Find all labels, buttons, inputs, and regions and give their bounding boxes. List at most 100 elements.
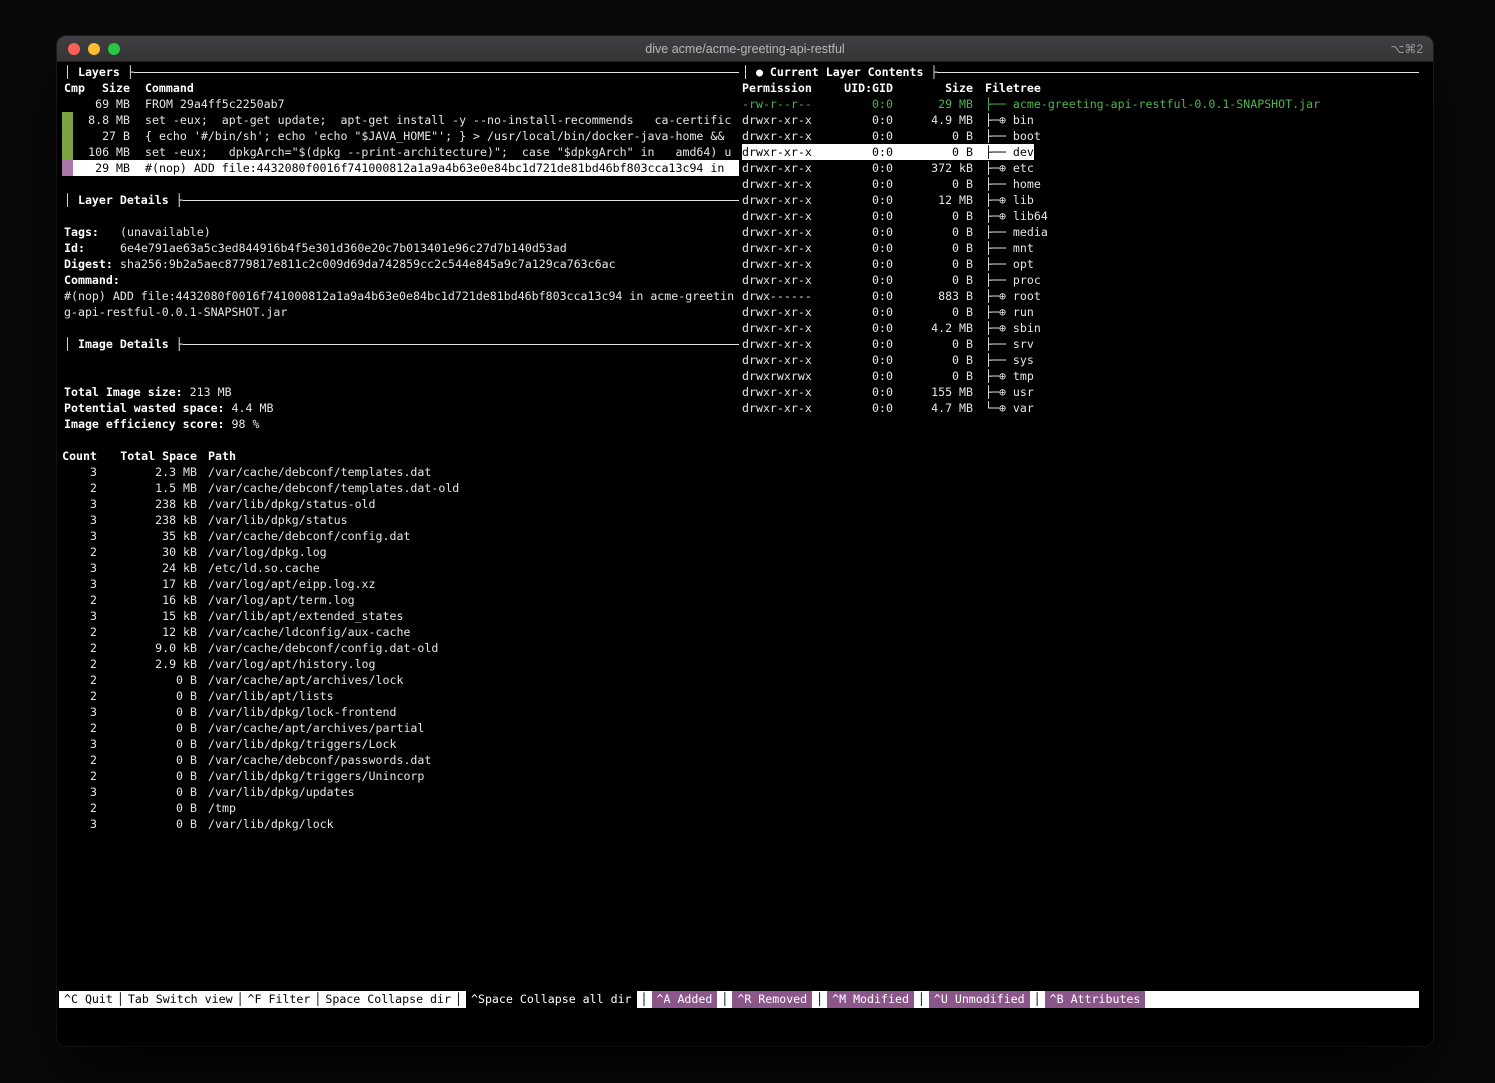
tree-entry-name: lib64 [1012,209,1048,223]
tree-entry-name: tmp [1012,369,1034,383]
wasted-file-row: 2 12 kB /var/cache/ldconfig/aux-cache [59,624,739,640]
window-titlebar[interactable]: dive acme/acme-greeting-api-restful ⌥⌘2 [57,36,1433,62]
wasted-file-count: 2 [90,657,97,671]
tree-branch-glyph: ├── [985,273,1013,287]
filetree-row[interactable]: drwxr-xr-x 0:0 0 B ├── mnt [742,240,1419,256]
wasted-file-count: 3 [90,609,97,623]
wasted-file-count: 2 [90,625,97,639]
statusbar-keybinding--c-quit: ^C Quit [64,992,113,1006]
pane-border-glyph: ├ [168,193,183,207]
layer-row[interactable]: 69 MB FROM 29a4ff5c2250ab7 [59,96,739,112]
file-size: 0 B [952,129,973,143]
filetree-row[interactable]: drwxr-xr-x 0:0 0 B ├── sys [742,352,1419,368]
layer-details-title: Layer Details [77,193,169,207]
image-details-header: │ Image Details ├ [59,336,739,352]
layer-tags-row: Tags: (unavailable) [59,224,739,240]
file-uid-gid: 0:0 [872,97,893,111]
pane-border-glyph: │ [64,65,78,79]
statusbar-keybinding--u-unmodified: ^U Unmodified [928,991,1030,1008]
filetree-row[interactable]: drwxr-xr-x 0:0 4.2 MB ├─⊕ sbin [742,320,1419,336]
efficiency-score-label: Image efficiency score: [64,417,225,431]
tree-entry-name: proc [1012,273,1041,287]
close-window-button[interactable] [68,43,80,55]
file-permission: drwxr-xr-x [742,305,812,319]
wasted-file-space: 0 B [176,769,197,783]
layer-row[interactable]: 106 MB set -eux; dpkgArch="$(dpkg --prin… [59,144,739,160]
filetree-columns-header: Permission UID:GID Size Filetree [742,80,1419,96]
file-size: 0 B [952,369,973,383]
filetree-row[interactable]: -rw-r--r-- 0:0 29 MB ├── acme-greeting-a… [742,96,1419,112]
filetree-row[interactable]: drwxr-xr-x 0:0 0 B ├─⊕ run [742,304,1419,320]
filetree-row[interactable]: drwxr-xr-x 0:0 0 B ├── opt [742,256,1419,272]
wasted-file-row: 3 0 B /var/lib/dpkg/lock [59,816,739,832]
filetree-row[interactable]: drwxr-xr-x 0:0 12 MB ├─⊕ lib [742,192,1419,208]
spacer-row [59,208,739,224]
filetree-pane-title: ● Current Layer Contents [755,65,924,79]
command-label: Command: [64,273,120,287]
wasted-file-space: 238 kB [155,497,197,511]
filetree-row[interactable]: drwxr-xr-x 0:0 4.7 MB └─⊕ var [742,400,1419,416]
wasted-file-row: 2 9.0 kB /var/cache/debconf/config.dat-o… [59,640,739,656]
file-size: 0 B [952,177,973,191]
wasted-file-row: 3 35 kB /var/cache/debconf/config.dat [59,528,739,544]
filetree-row[interactable]: drwx------ 0:0 883 B ├─⊕ root [742,288,1419,304]
spacer-row [59,320,739,336]
tree-branch-glyph: ├── [985,129,1013,143]
tree-entry-name: media [1012,225,1048,239]
tree-entry-name: run [1012,305,1034,319]
layer-row[interactable]: 27 B { echo '#/bin/sh'; echo 'echo "$JAV… [59,128,739,144]
pane-border-line [133,71,739,73]
file-size: 0 B [952,337,973,351]
file-uid-gid: 0:0 [872,113,893,127]
filetree-row[interactable]: drwxr-xr-x 0:0 0 B ├── dev [742,144,1419,160]
layer-command-line: #(nop) ADD file:4432080f0016f741000812a1… [64,289,735,303]
wasted-space-row: Potential wasted space: 4.4 MB [59,400,739,416]
tree-branch-glyph: ├─⊕ [985,161,1013,175]
wasted-file-count: 2 [90,593,97,607]
file-size: 0 B [952,241,973,255]
wasted-file-path: /var/log/dpkg.log [208,545,327,559]
filetree-row[interactable]: drwxrwxrwx 0:0 0 B ├─⊕ tmp [742,368,1419,384]
minimize-window-button[interactable] [88,43,100,55]
filetree-row[interactable]: drwxr-xr-x 0:0 0 B ├── srv [742,336,1419,352]
column-header-total-space: Total Space [120,449,197,463]
filetree-row[interactable]: drwxr-xr-x 0:0 0 B ├── proc [742,272,1419,288]
tree-branch-glyph: ├─⊕ [985,321,1013,335]
wasted-file-space: 16 kB [162,593,197,607]
file-permission: drwxr-xr-x [742,225,812,239]
statusbar-keybinding-space-collapse-dir: Space Collapse dir [325,992,451,1006]
wasted-file-row: 2 1.5 MB /var/cache/debconf/templates.da… [59,480,739,496]
layer-cmp-bar [62,112,73,128]
tree-entry-name: bin [1012,113,1034,127]
wasted-file-count: 2 [90,689,97,703]
filetree-row[interactable]: drwxr-xr-x 0:0 155 MB ├─⊕ usr [742,384,1419,400]
filetree-row[interactable]: drwxr-xr-x 0:0 372 kB ├─⊕ etc [742,160,1419,176]
filetree-row[interactable]: drwxr-xr-x 0:0 0 B ├── boot [742,128,1419,144]
column-header-permission: Permission [742,81,812,95]
wasted-file-path: /var/lib/dpkg/triggers/Lock [208,737,397,751]
zoom-window-button[interactable] [108,43,120,55]
layer-row[interactable]: 8.8 MB set -eux; apt-get update; apt-get… [59,112,739,128]
wasted-file-path: /var/log/apt/history.log [208,657,376,671]
file-uid-gid: 0:0 [872,289,893,303]
image-size-label: Total Image size: [64,385,183,399]
wasted-file-count: 3 [90,513,97,527]
file-size: 155 MB [931,385,973,399]
filetree-row[interactable]: drwxr-xr-x 0:0 4.9 MB ├─⊕ bin [742,112,1419,128]
layer-command-label-row: Command: [59,272,739,288]
file-uid-gid: 0:0 [872,337,893,351]
wasted-file-row: 2 0 B /var/cache/apt/archives/lock [59,672,739,688]
wasted-file-space: 0 B [176,737,197,751]
tree-entry-name: home [1012,177,1041,191]
wasted-file-row: 2 2.9 kB /var/log/apt/history.log [59,656,739,672]
filetree-row[interactable]: drwxr-xr-x 0:0 0 B ├─⊕ lib64 [742,208,1419,224]
tree-branch-glyph: ├── [985,145,1013,159]
layer-command: #(nop) ADD file:4432080f0016f741000812a1… [130,160,739,176]
filetree-row[interactable]: drwxr-xr-x 0:0 0 B ├── home [742,176,1419,192]
filetree-row[interactable]: drwxr-xr-x 0:0 0 B ├── media [742,224,1419,240]
wasted-file-row: 2 0 B /var/lib/dpkg/triggers/Unincorp [59,768,739,784]
image-details-title: Image Details [77,337,169,351]
layer-row[interactable]: 29 MB #(nop) ADD file:4432080f0016f74100… [59,160,739,176]
statusbar-keybinding--f-filter: ^F Filter [247,992,311,1006]
wasted-file-count: 3 [90,465,97,479]
